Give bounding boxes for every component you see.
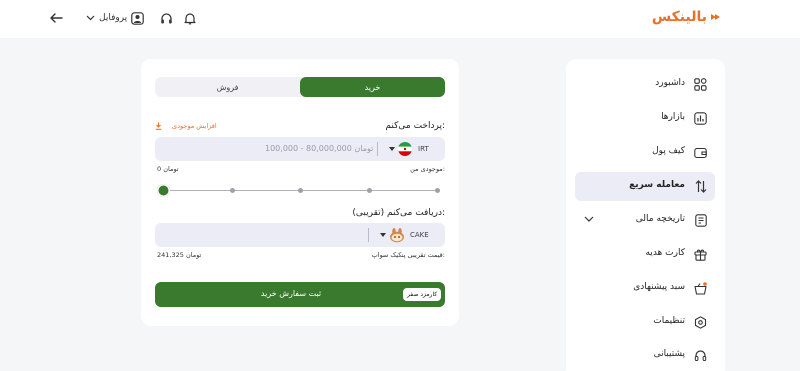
zero-fee-badge: کارمزد صفر [403, 288, 442, 301]
sidebar-item-wallet[interactable]: کیف پول [575, 138, 715, 167]
submit-buy-order-button[interactable]: ثبت سفارش خرید کارمزد صفر [155, 282, 445, 307]
price-value: 241,325 تومان [157, 251, 202, 259]
headset-icon[interactable] [158, 10, 174, 26]
profile-menu[interactable]: پروفایل [86, 11, 144, 25]
gear-icon [693, 315, 708, 330]
pay-amount-field[interactable]: 100,000 - 80,000,000 تومان IRT [155, 137, 445, 161]
logo-mark-icon [711, 14, 720, 20]
headset-icon [693, 348, 708, 363]
pay-label: پرداخت می‌کنم: [385, 121, 445, 131]
submit-button-label: ثبت سفارش خرید [260, 289, 322, 298]
sidebar-item-settings[interactable]: تنظیمات [575, 308, 715, 337]
pay-amount-input[interactable]: 100,000 - 80,000,000 تومان [265, 144, 373, 153]
field-divider [368, 228, 369, 242]
sidebar-item-markets[interactable]: بازارها [575, 104, 715, 133]
basket-icon [693, 281, 708, 296]
slider-handle[interactable] [157, 184, 170, 197]
logo-text: بالینکس [651, 9, 707, 25]
sidebar-item-label: کارت هدیه [645, 248, 685, 258]
sidebar-item-label: بازارها [661, 112, 685, 122]
chevron-down-icon[interactable] [380, 233, 386, 237]
sidebar-item-label: تاریخچه مالی [635, 214, 685, 224]
receive-amount-field[interactable]: CAKE [155, 223, 445, 247]
sidebar-item-gift-card[interactable]: کارت هدیه [575, 240, 715, 269]
increase-balance-label: افزایش موجودی [172, 122, 217, 130]
swap-arrows-icon [693, 179, 708, 194]
sidebar-item-dashboard[interactable]: داشبورد [575, 70, 715, 99]
tab-buy[interactable]: خرید [300, 77, 445, 97]
trade-tabs: فروش خرید [155, 77, 445, 97]
sidebar-item-label: معامله سریع [629, 180, 685, 190]
markets-icon [693, 111, 708, 126]
back-arrow-icon[interactable] [48, 10, 64, 26]
chevron-down-icon [86, 15, 95, 21]
profile-label: پروفایل [99, 13, 128, 23]
chevron-down-icon[interactable] [389, 147, 395, 151]
sidebar-item-label: کیف پول [652, 146, 685, 156]
pancakeswap-icon [390, 228, 404, 243]
wallet-icon [693, 145, 708, 160]
topbar-actions: پروفایل [48, 9, 198, 27]
sidebar-item-label: تنظیمات [653, 316, 685, 326]
history-icon [693, 213, 708, 228]
user-avatar-icon [131, 11, 144, 25]
sidebar-item-financial-history[interactable]: تاریخچه مالی [575, 206, 715, 235]
gift-icon [693, 247, 708, 262]
dashboard-icon [693, 77, 708, 92]
bell-icon[interactable] [182, 10, 198, 26]
slider-step-75[interactable] [367, 187, 372, 193]
receive-currency: CAKE [410, 231, 429, 239]
chevron-down-icon[interactable] [584, 216, 594, 222]
slider-step-100[interactable] [435, 187, 440, 193]
sidebar-item-suggested-basket[interactable]: سبد پیشنهادی [575, 274, 715, 303]
sidebar-item-support[interactable]: پشتیبانی [575, 341, 715, 370]
field-divider [377, 142, 378, 156]
sidebar-item-label: داشبورد [655, 78, 685, 88]
price-label: قیمت تقریبی پنکیک سواپ: [371, 251, 445, 259]
iran-flag-icon [398, 142, 412, 156]
download-icon [155, 122, 162, 130]
slider-step-50[interactable] [298, 187, 303, 193]
my-balance-label: موجودی من: [410, 165, 445, 173]
tab-sell[interactable]: فروش [155, 77, 300, 97]
brand-logo[interactable]: بالینکس [652, 7, 720, 27]
sidebar-item-quick-trade[interactable]: معامله سریع [575, 172, 715, 201]
top-bar: بالینکس پروفایل [0, 0, 800, 38]
pay-currency: IRT [418, 145, 429, 153]
my-balance-value: 0 تومان [157, 165, 179, 173]
increase-balance-link[interactable]: افزایش موجودی [155, 122, 217, 130]
slider-step-25[interactable] [230, 187, 235, 193]
sidebar-item-label: سبد پیشنهادی [633, 282, 685, 292]
sidebar-item-label: پشتیبانی [653, 349, 685, 359]
receive-label: دریافت می‌کنم (تقریبی): [352, 208, 445, 218]
